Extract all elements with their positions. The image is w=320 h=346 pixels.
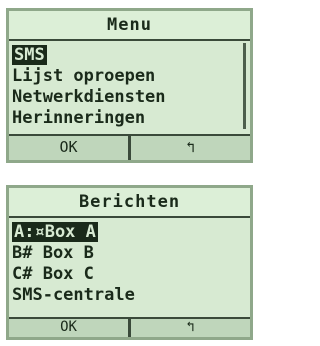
- menu-item-label: Netwerkdiensten: [12, 87, 166, 107]
- mailbox-item-label: C# Box C: [12, 264, 94, 284]
- menu-item-sms[interactable]: SMS: [9, 45, 250, 66]
- softkey-bar: OK ↰: [9, 134, 250, 160]
- menu-item-reminders[interactable]: Herinneringen: [9, 108, 250, 129]
- screen-title: Berichten: [9, 188, 250, 218]
- phone-screen-messages: Berichten A:¤Box A B# Box B C# Box C SMS…: [6, 185, 253, 340]
- menu-item-network-services[interactable]: Netwerkdiensten: [9, 87, 250, 108]
- ok-softkey[interactable]: OK: [9, 136, 128, 160]
- mailbox-item-label: B# Box B: [12, 243, 94, 263]
- mailbox-item-label: SMS-centrale: [12, 285, 135, 305]
- ok-softkey[interactable]: OK: [9, 319, 128, 337]
- menu-item-label: Herinneringen: [12, 108, 146, 128]
- mailbox-item-label: A:¤Box A: [12, 222, 98, 242]
- softkey-bar: OK ↰: [9, 317, 250, 337]
- phone-screen-menu: Menu SMS Lijst oproepen Netwerkdiensten …: [6, 8, 253, 163]
- menu-item-label: SMS: [12, 45, 47, 65]
- mailbox-item-box-b[interactable]: B# Box B: [9, 243, 250, 264]
- mailbox-item-box-c[interactable]: C# Box C: [9, 264, 250, 285]
- menu-item-call-list[interactable]: Lijst oproepen: [9, 66, 250, 87]
- back-arrow-icon[interactable]: ↰: [128, 319, 250, 337]
- menu-item-label: Lijst oproepen: [12, 66, 156, 86]
- scrollbar[interactable]: [243, 43, 246, 129]
- mailbox-item-sms-center[interactable]: SMS-centrale: [9, 285, 250, 306]
- screen-title: Menu: [9, 11, 250, 41]
- back-arrow-icon[interactable]: ↰: [128, 136, 250, 160]
- menu-list: SMS Lijst oproepen Netwerkdiensten Herin…: [9, 41, 250, 139]
- mailbox-list: A:¤Box A B# Box B C# Box C SMS-centrale: [9, 218, 250, 316]
- mailbox-item-box-a[interactable]: A:¤Box A: [9, 222, 250, 243]
